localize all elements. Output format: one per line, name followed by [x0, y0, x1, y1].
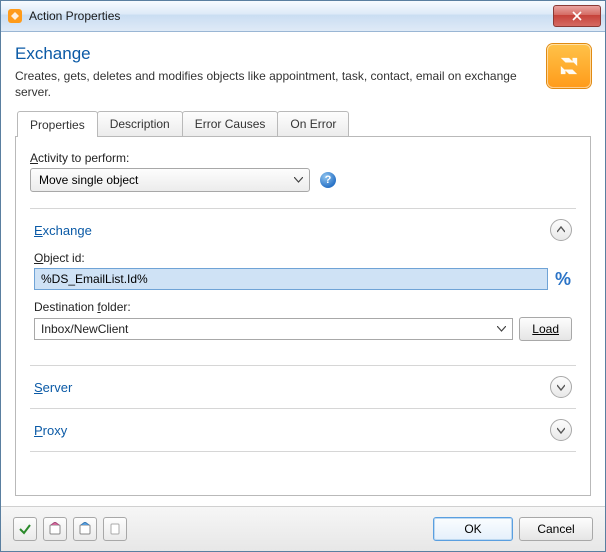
record-tool-button[interactable]	[73, 517, 97, 541]
panel-exchange-text: xchange	[43, 223, 92, 238]
close-button[interactable]	[553, 5, 601, 27]
activity-label-hotkey: A	[30, 151, 38, 165]
object-id-row: %	[34, 268, 572, 290]
header-text: Exchange Creates, gets, deletes and modi…	[15, 44, 537, 100]
panel-proxy-header[interactable]: Proxy	[34, 419, 572, 441]
panel-exchange-hotkey: E	[34, 223, 43, 238]
panel-exchange: Exchange Object id: % Destinat	[30, 208, 576, 365]
destination-row: Inbox/NewClient Load	[34, 317, 572, 341]
window-title: Action Properties	[29, 9, 553, 23]
destination-value: Inbox/NewClient	[41, 322, 128, 336]
activity-row: Move single object ?	[30, 168, 576, 192]
exchange-logo-icon	[547, 44, 591, 88]
object-id-label: Object id:	[34, 251, 572, 265]
panel-exchange-body: Object id: % Destination folder: Inbox/N…	[34, 241, 572, 355]
activity-dropdown[interactable]: Move single object	[30, 168, 310, 192]
panel-proxy: Proxy	[30, 408, 576, 452]
validate-tool-button[interactable]	[13, 517, 37, 541]
document-tool-button[interactable]	[103, 517, 127, 541]
tab-properties[interactable]: Properties	[17, 111, 98, 137]
chevron-down-icon	[497, 326, 506, 332]
activity-label-text: ctivity to perform:	[38, 151, 129, 165]
destination-post: older:	[101, 300, 131, 314]
panel-proxy-text: roxy	[43, 423, 68, 438]
activity-combo-wrap: Move single object	[30, 168, 310, 192]
header-row: Exchange Creates, gets, deletes and modi…	[15, 44, 591, 100]
load-button[interactable]: Load	[519, 317, 572, 341]
object-id-text: bject id:	[43, 251, 84, 265]
load-button-label: Load	[532, 322, 559, 336]
expand-button[interactable]	[550, 376, 572, 398]
dialog-window: Action Properties Exchange Creates, gets…	[0, 0, 606, 552]
destination-dropdown[interactable]: Inbox/NewClient	[34, 318, 513, 340]
help-icon[interactable]: ?	[320, 172, 336, 188]
tab-description[interactable]: Description	[97, 111, 183, 136]
dialog-body: Exchange Creates, gets, deletes and modi…	[1, 32, 605, 506]
panel-proxy-title: Proxy	[34, 423, 67, 438]
dialog-footer: OK Cancel	[1, 506, 605, 551]
edit-tool-button[interactable]	[43, 517, 67, 541]
tab-content: Activity to perform: Move single object …	[15, 137, 591, 496]
panel-server-hotkey: S	[34, 380, 43, 395]
panel-server-text: erver	[43, 380, 73, 395]
panel-proxy-hotkey: P	[34, 423, 43, 438]
ok-button[interactable]: OK	[433, 517, 513, 541]
collapse-button[interactable]	[550, 219, 572, 241]
titlebar: Action Properties	[1, 1, 605, 32]
activity-label: Activity to perform:	[30, 151, 576, 165]
activity-value: Move single object	[39, 173, 138, 187]
cancel-button[interactable]: Cancel	[519, 517, 593, 541]
object-id-input[interactable]	[34, 268, 548, 290]
panel-server: Server	[30, 365, 576, 408]
panel-exchange-title: Exchange	[34, 223, 92, 238]
page-title: Exchange	[15, 44, 537, 64]
page-description: Creates, gets, deletes and modifies obje…	[15, 68, 537, 100]
panel-exchange-header[interactable]: Exchange	[34, 219, 572, 241]
tab-error-causes[interactable]: Error Causes	[182, 111, 279, 136]
destination-pre: Destination	[34, 300, 97, 314]
percent-icon[interactable]: %	[554, 269, 572, 290]
tab-on-error[interactable]: On Error	[277, 111, 349, 136]
expand-button[interactable]	[550, 419, 572, 441]
app-icon	[7, 8, 23, 24]
tab-strip: Properties Description Error Causes On E…	[15, 110, 591, 137]
destination-label: Destination folder:	[34, 300, 572, 314]
panel-server-header[interactable]: Server	[34, 376, 572, 398]
object-id-hotkey: O	[34, 251, 43, 265]
panel-server-title: Server	[34, 380, 72, 395]
